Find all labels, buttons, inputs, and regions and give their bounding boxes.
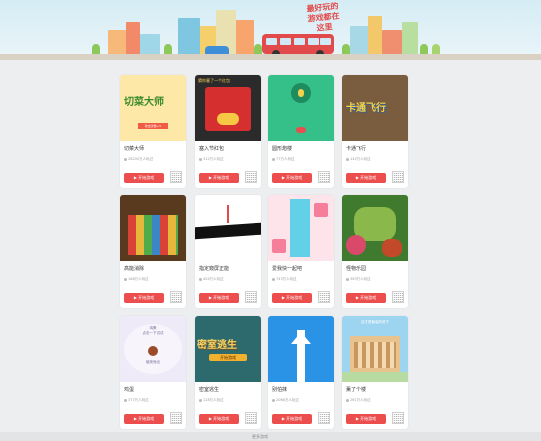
qr-code-icon[interactable]: [318, 171, 330, 183]
play-count: 2066万人玩过: [272, 398, 299, 403]
game-title: 薰了个楼: [346, 387, 367, 393]
play-count: 312万人玩过: [199, 157, 224, 162]
user-icon: [272, 277, 275, 281]
game-card[interactable]: 猜你塞了一个红包 塞入节红包 312万人玩过 ▶ 开始游戏: [195, 75, 261, 188]
play-count: 168万人玩过: [124, 277, 149, 282]
qr-code-icon[interactable]: [170, 291, 182, 303]
footer-link[interactable]: 更多游戏: [252, 434, 268, 440]
game-title: 切菜大师: [124, 146, 145, 152]
user-icon: [124, 157, 127, 161]
start-game-button[interactable]: ▶ 开始游戏: [346, 293, 386, 303]
play-count: 28200万人玩过: [124, 157, 153, 162]
start-game-button[interactable]: ▶ 开始游戏: [124, 414, 164, 424]
play-count: 743万人玩过: [272, 277, 297, 282]
game-title: 高能消除: [124, 266, 145, 272]
game-thumbnail[interactable]: 这才是最高的房子: [342, 316, 408, 382]
start-game-button[interactable]: ▶ 开始游戏: [346, 173, 386, 183]
user-icon: [346, 398, 349, 402]
game-thumbnail[interactable]: [342, 195, 408, 261]
game-card[interactable]: 别怕抹 2066万人玩过 ▶ 开始游戏: [268, 316, 334, 429]
play-count: 142万人玩过: [346, 157, 371, 162]
game-thumbnail[interactable]: 鸡蛋 点击一下试试 破壳而出: [120, 316, 186, 382]
user-icon: [346, 157, 349, 161]
game-thumbnail[interactable]: [120, 195, 186, 261]
game-card[interactable]: 爱我快一起吧 743万人玩过 ▶ 开始游戏: [268, 195, 334, 308]
play-count: 261万人玩过: [346, 398, 371, 403]
qr-code-icon[interactable]: [245, 412, 257, 424]
game-thumbnail[interactable]: [268, 195, 334, 261]
header-banner: 最好玩的 游戏都在 这里: [0, 0, 541, 60]
user-icon: [272, 157, 275, 161]
game-title: 鸡蛋: [124, 387, 135, 393]
game-title: 别怕抹: [272, 387, 288, 393]
play-count: 77万人玩过: [272, 157, 294, 162]
user-icon: [124, 398, 127, 402]
user-icon: [124, 277, 127, 281]
game-card[interactable]: 密室逃生 开始游戏 密室逃生 128万人玩过 ▶ 开始游戏: [195, 316, 261, 429]
qr-code-icon[interactable]: [170, 412, 182, 424]
user-icon: [199, 157, 202, 161]
game-card[interactable]: 卡通飞行 卡通飞行 142万人玩过 ▶ 开始游戏: [342, 75, 408, 188]
game-title: 爱我快一起吧: [272, 266, 303, 272]
qr-code-icon[interactable]: [170, 171, 182, 183]
qr-code-icon[interactable]: [392, 171, 404, 183]
start-game-button[interactable]: ▶ 开始游戏: [199, 293, 239, 303]
user-icon: [346, 277, 349, 281]
start-game-button[interactable]: ▶ 开始游戏: [124, 173, 164, 183]
qr-code-icon[interactable]: [318, 291, 330, 303]
game-title: 密室逃生: [199, 387, 220, 393]
game-card[interactable]: 这才是最高的房子 薰了个楼 261万人玩过 ▶ 开始游戏: [342, 316, 408, 429]
play-count: 377万人玩过: [124, 398, 149, 403]
user-icon: [272, 398, 275, 402]
game-card[interactable]: 高能消除 168万人玩过 ▶ 开始游戏: [120, 195, 186, 308]
play-count: 128万人玩过: [199, 398, 224, 403]
qr-code-icon[interactable]: [245, 291, 257, 303]
play-count: 404万人玩过: [199, 277, 224, 282]
start-game-button[interactable]: ▶ 开始游戏: [199, 173, 239, 183]
game-title: 怪物乐园: [346, 266, 367, 272]
start-game-button[interactable]: ▶ 开始游戏: [272, 173, 312, 183]
user-icon: [199, 277, 202, 281]
game-card[interactable]: 怪物乐园 363万人玩过 ▶ 开始游戏: [342, 195, 408, 308]
game-card[interactable]: 圆形炮楼 77万人玩过 ▶ 开始游戏: [268, 75, 334, 188]
game-thumbnail[interactable]: [268, 75, 334, 141]
start-game-button[interactable]: ▶ 开始游戏: [272, 414, 312, 424]
game-card[interactable]: 指定窥屏正能 404万人玩过 ▶ 开始游戏: [195, 195, 261, 308]
game-thumbnail[interactable]: 密室逃生 开始游戏: [195, 316, 261, 382]
game-title: 圆形炮楼: [272, 146, 293, 152]
game-thumbnail[interactable]: [195, 195, 261, 261]
start-game-button[interactable]: ▶ 开始游戏: [199, 414, 239, 424]
game-card[interactable]: 切菜大师 攻击次数+5 切菜大师 28200万人玩过 ▶ 开始游戏: [120, 75, 186, 188]
user-icon: [199, 398, 202, 402]
start-game-button[interactable]: ▶ 开始游戏: [272, 293, 312, 303]
game-title: 指定窥屏正能: [199, 266, 230, 272]
qr-code-icon[interactable]: [392, 291, 404, 303]
game-title: 塞入节红包: [199, 146, 225, 152]
game-thumbnail[interactable]: 切菜大师 攻击次数+5: [120, 75, 186, 141]
game-thumbnail[interactable]: 猜你塞了一个红包: [195, 75, 261, 141]
qr-code-icon[interactable]: [392, 412, 404, 424]
qr-code-icon[interactable]: [318, 412, 330, 424]
start-game-button[interactable]: ▶ 开始游戏: [124, 293, 164, 303]
game-title: 卡通飞行: [346, 146, 367, 152]
play-count: 363万人玩过: [346, 277, 371, 282]
footer: 更多游戏: [0, 432, 541, 441]
game-thumbnail[interactable]: [268, 316, 334, 382]
start-game-button[interactable]: ▶ 开始游戏: [346, 414, 386, 424]
qr-code-icon[interactable]: [245, 171, 257, 183]
game-card[interactable]: 鸡蛋 点击一下试试 破壳而出 鸡蛋 377万人玩过 ▶ 开始游戏: [120, 316, 186, 429]
banner-slogan: 最好玩的 游戏都在 这里: [306, 1, 340, 33]
game-thumbnail[interactable]: 卡通飞行: [342, 75, 408, 141]
